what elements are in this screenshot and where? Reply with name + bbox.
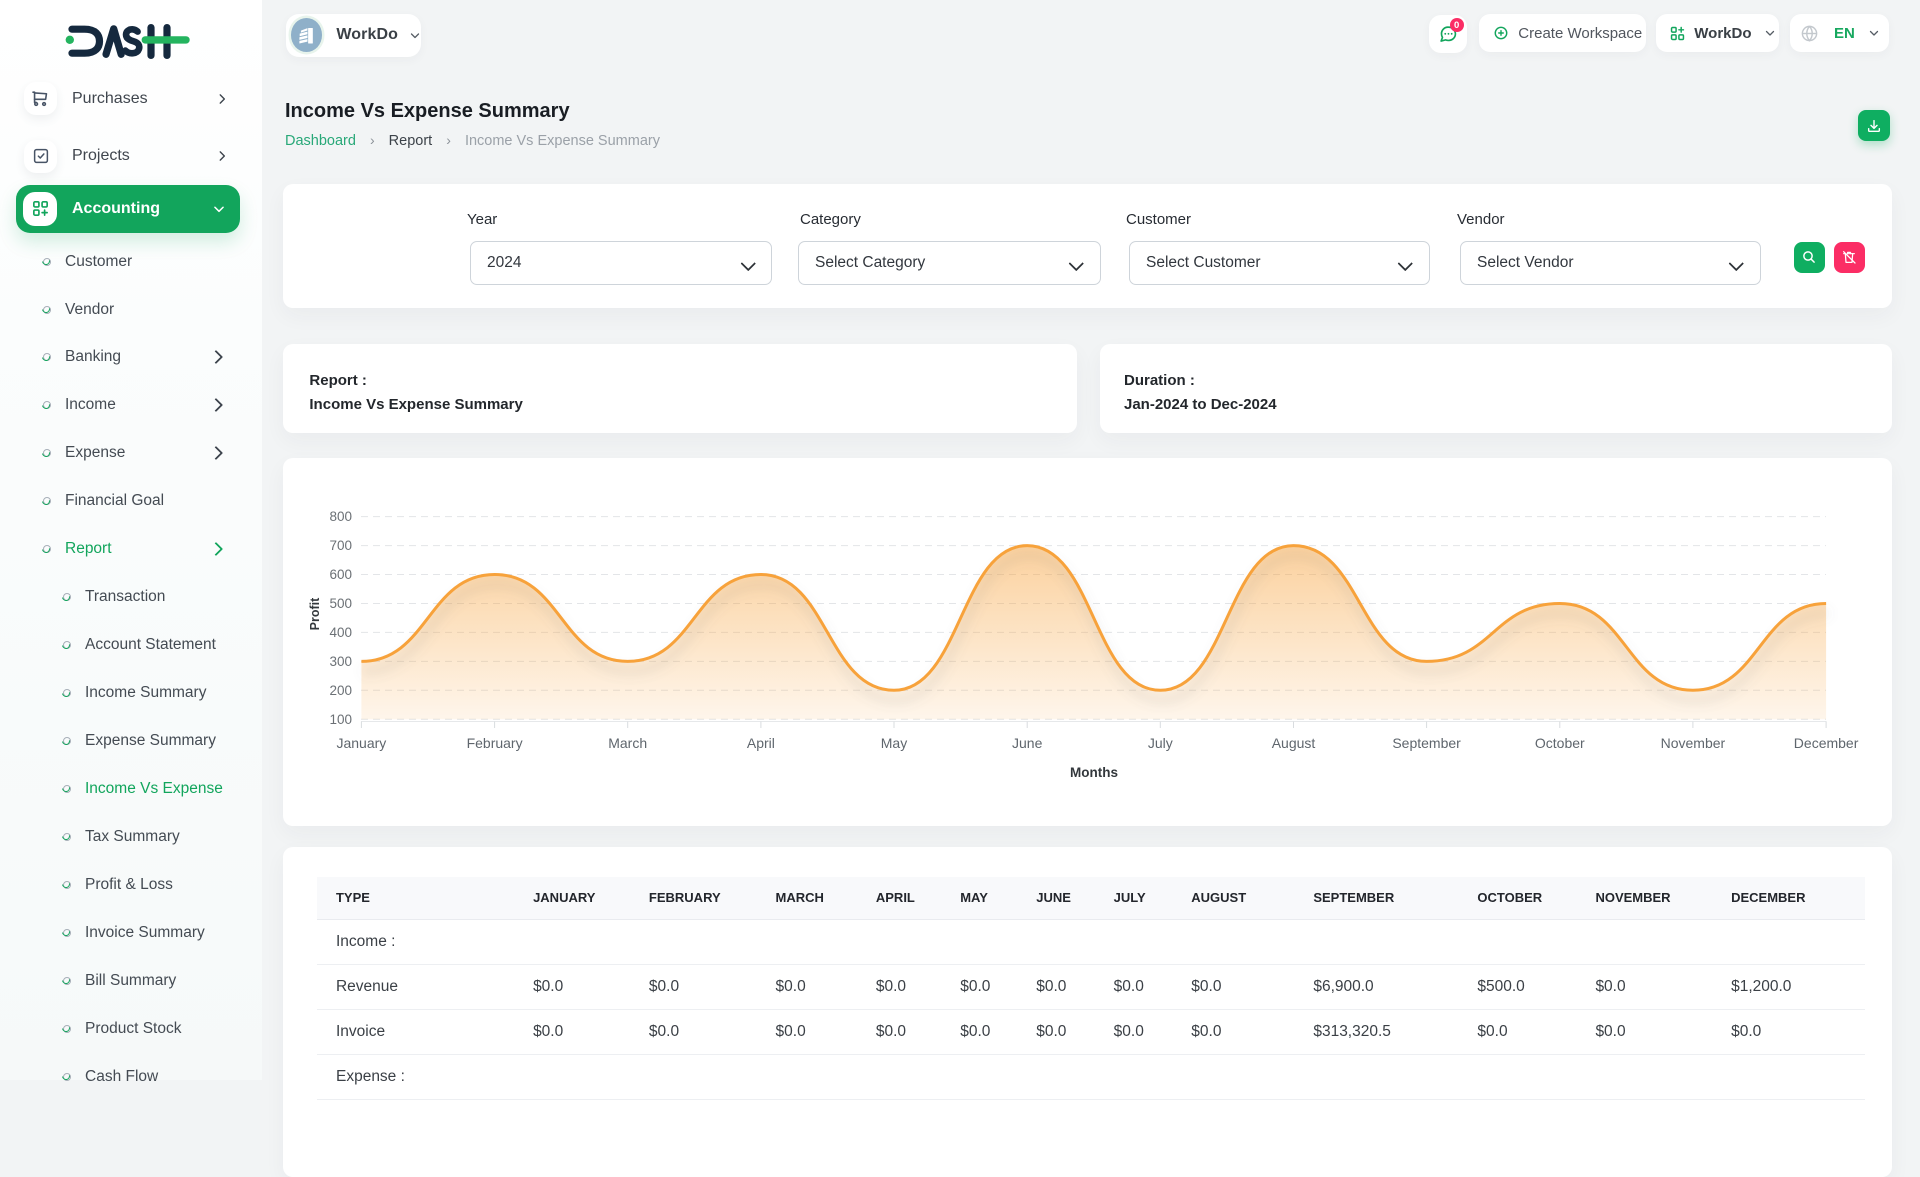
svg-text:May: May [881, 735, 907, 751]
svg-text:700: 700 [330, 538, 353, 553]
svg-text:August: August [1272, 735, 1316, 751]
svg-text:June: June [1012, 735, 1043, 751]
svg-text:300: 300 [330, 654, 353, 669]
svg-text:March: March [609, 735, 648, 751]
svg-text:April: April [747, 735, 775, 751]
svg-text:400: 400 [330, 625, 353, 640]
svg-text:January: January [337, 735, 387, 751]
svg-text:Months: Months [1070, 765, 1118, 780]
svg-text:February: February [467, 735, 523, 751]
svg-text:July: July [1148, 735, 1173, 751]
svg-text:800: 800 [330, 509, 353, 524]
svg-text:500: 500 [330, 596, 353, 611]
svg-text:October: October [1535, 735, 1585, 751]
svg-text:100: 100 [330, 712, 353, 727]
svg-text:November: November [1661, 735, 1726, 751]
svg-text:Profit: Profit [308, 597, 322, 630]
svg-text:600: 600 [330, 567, 353, 582]
svg-text:September: September [1393, 735, 1462, 751]
svg-text:December: December [1794, 735, 1859, 751]
svg-text:200: 200 [330, 683, 353, 698]
